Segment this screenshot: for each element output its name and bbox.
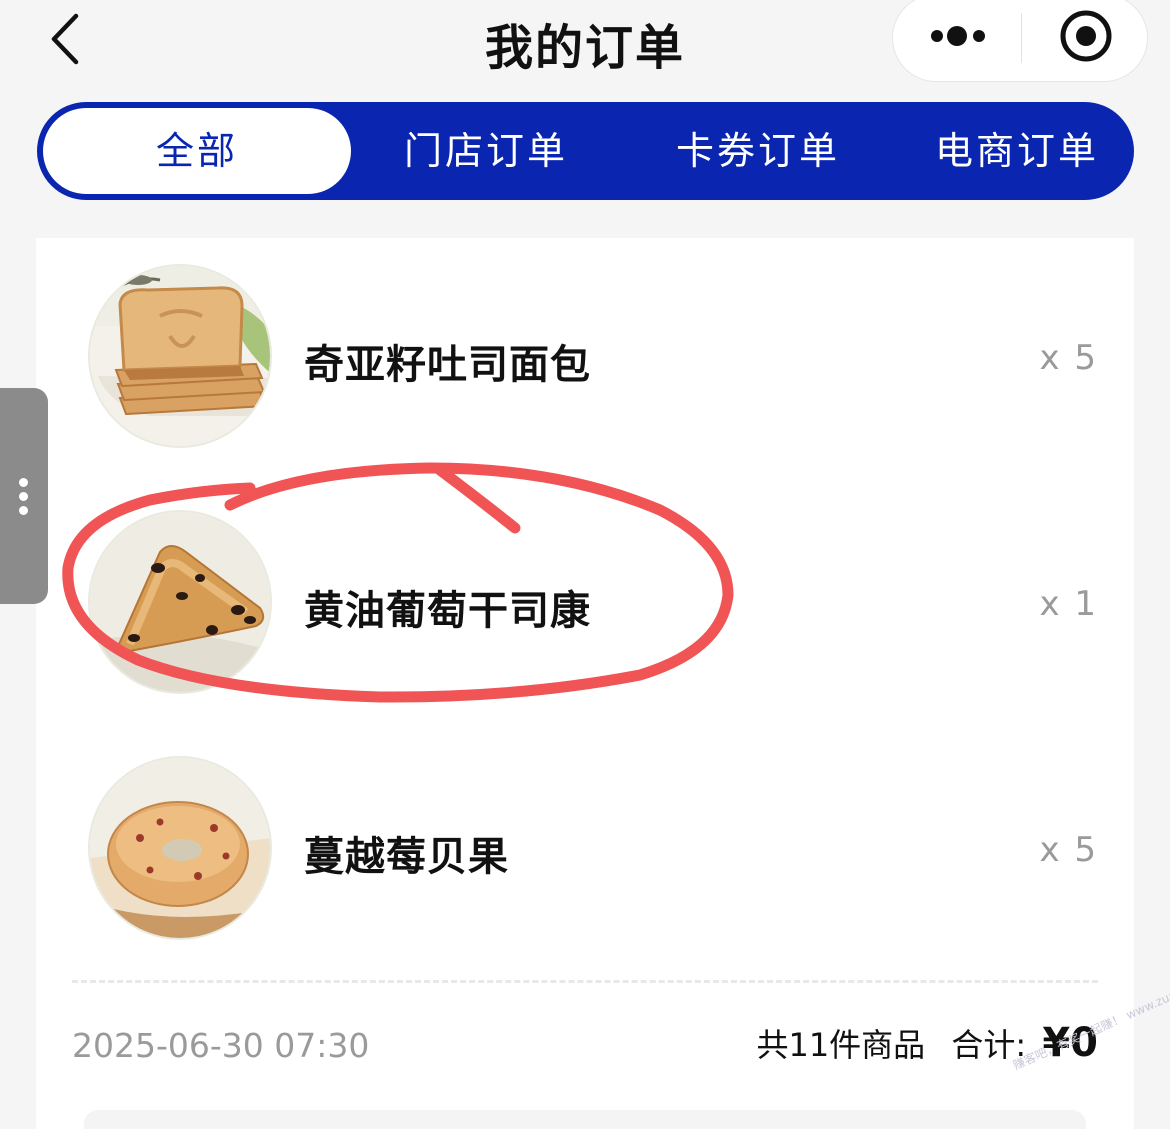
nav-bar: 我的订单	[0, 0, 1170, 90]
order-item[interactable]: 黄油葡萄干司康 x 1	[36, 510, 1134, 700]
tab-ecommerce-orders[interactable]: 电商订单	[901, 102, 1133, 200]
order-item[interactable]: 蔓越莓贝果 x 5	[36, 756, 1134, 946]
close-mini-program-button[interactable]	[1022, 0, 1149, 83]
next-order-preview	[84, 1110, 1086, 1129]
handle-dot	[19, 478, 28, 487]
order-page: 我的订单 全部 门店订单 卡券订单 电商订单 奇亚籽吐司面包 x 5 黄油葡萄干…	[0, 0, 1170, 1129]
more-button[interactable]	[893, 0, 1021, 83]
item-count: 共11件商品	[756, 1026, 926, 1064]
order-item[interactable]: 奇亚籽吐司面包 x 5	[36, 264, 1134, 454]
raisin-scone-image	[88, 510, 272, 694]
item-name: 奇亚籽吐司面包	[304, 342, 591, 388]
target-close-icon	[1060, 10, 1112, 62]
dashed-divider	[72, 980, 1098, 983]
more-dots-icon	[931, 26, 985, 46]
item-quantity: x 5	[1039, 830, 1098, 870]
handle-dot	[19, 492, 28, 501]
item-quantity: x 5	[1039, 338, 1098, 378]
tab-coupon-orders[interactable]: 卡券订单	[629, 102, 887, 200]
order-time: 2025-06-30 07:30	[72, 1026, 370, 1065]
mini-program-capsule	[892, 0, 1148, 82]
cranberry-bagel-image	[88, 756, 272, 940]
toast-bread-image	[88, 264, 272, 448]
tab-all[interactable]: 全部	[43, 108, 351, 194]
order-card[interactable]: 奇亚籽吐司面包 x 5 黄油葡萄干司康 x 1 蔓越莓贝果 x 5 2025-0…	[36, 238, 1134, 1129]
order-type-tabs: 全部 门店订单 卡券订单 电商订单	[37, 102, 1134, 200]
item-quantity: x 1	[1039, 584, 1098, 624]
tab-store-orders[interactable]: 门店订单	[357, 102, 615, 200]
handle-dot	[19, 506, 28, 515]
item-name: 黄油葡萄干司康	[304, 588, 591, 634]
item-name: 蔓越莓贝果	[304, 834, 509, 880]
floating-side-handle[interactable]	[0, 388, 48, 604]
